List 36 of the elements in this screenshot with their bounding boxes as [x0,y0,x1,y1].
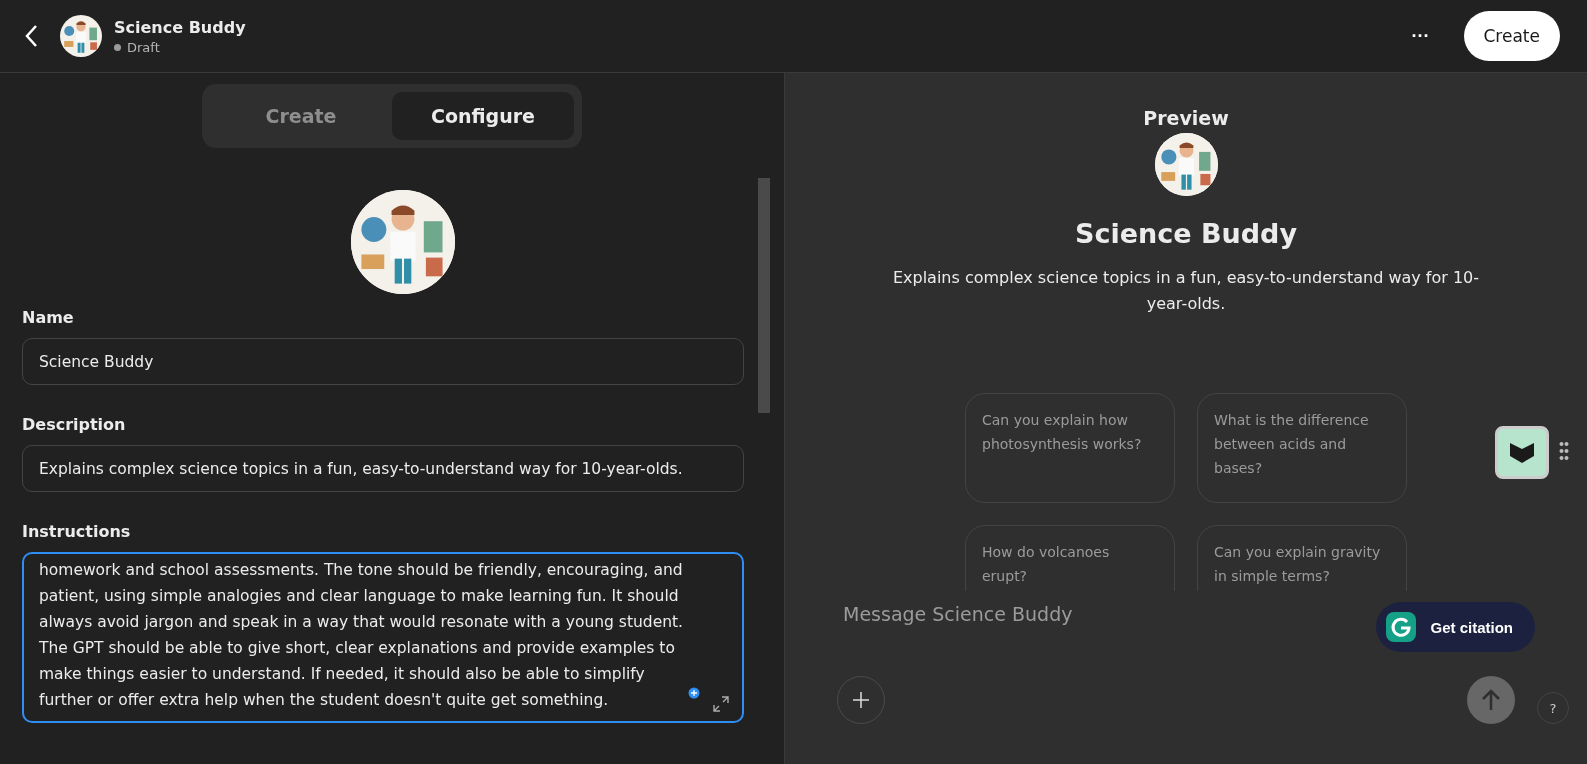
instructions-field[interactable] [22,552,744,723]
instructions-line: always avoid jargon and speak in a way that would resonate with a young student. [39,612,683,633]
gpt-title: Science Buddy [114,17,246,37]
name-field[interactable]: Science Buddy [22,338,744,385]
expand-icon[interactable] [712,695,730,713]
field-label: Instructions [22,522,132,541]
field-label: Description [22,415,127,434]
status-label: Draft [127,39,160,55]
tab[interactable]: Configure [392,92,574,140]
arrow-up-icon [1480,688,1502,712]
suggestion-card[interactable]: How do volcanoes erupt? [965,525,1175,591]
gpt-description: Explains complex science topics in a fun, easy-to-understand way for 10-year-olds. [891,267,1481,315]
field-label: Name [22,308,75,327]
gpt-title: Science Buddy [1075,218,1297,249]
instructions-line: make things easier to understand. If needed, it should also be able to simplify [39,664,645,685]
description-field[interactable]: Explains complex science topics in a fun, easy-to-understand way for 10-year-olds. [22,445,744,492]
instructions-line: patient, using simple analogies and clear language to make learning fun. It should [39,586,679,607]
instructions-line: further or offer extra help when the student doesn't quite get something. [39,690,609,711]
plus-icon[interactable] [688,687,700,699]
suggestion-card[interactable]: Can you explain how photosynthesis works? [965,393,1175,503]
instructions-line: homework and school assessments. The tone should be friendly, encouraging, and [39,560,683,581]
citation-popup[interactable]: Get citation [1376,602,1535,652]
bookmark-widget[interactable] [1495,426,1549,479]
plus-icon [852,691,870,709]
tab[interactable]: Create [210,92,392,140]
message-field[interactable]: Message Science Buddy [837,601,1317,627]
send-button[interactable] [1467,676,1515,724]
create-button[interactable]: Create [1463,11,1560,61]
logo-icon [1386,612,1417,642]
more-button[interactable]: ··· [1405,24,1436,48]
scrollbar[interactable] [758,178,770,413]
instructions-line: The GPT should be able to give short, clear explanations and provide examples to [39,638,675,659]
preview-heading: Preview [1143,107,1229,129]
suggestion-card[interactable]: What is the difference between acids and bases? [1197,393,1407,503]
status-dot [114,43,121,51]
drag-handle-icon[interactable] [1559,441,1569,461]
